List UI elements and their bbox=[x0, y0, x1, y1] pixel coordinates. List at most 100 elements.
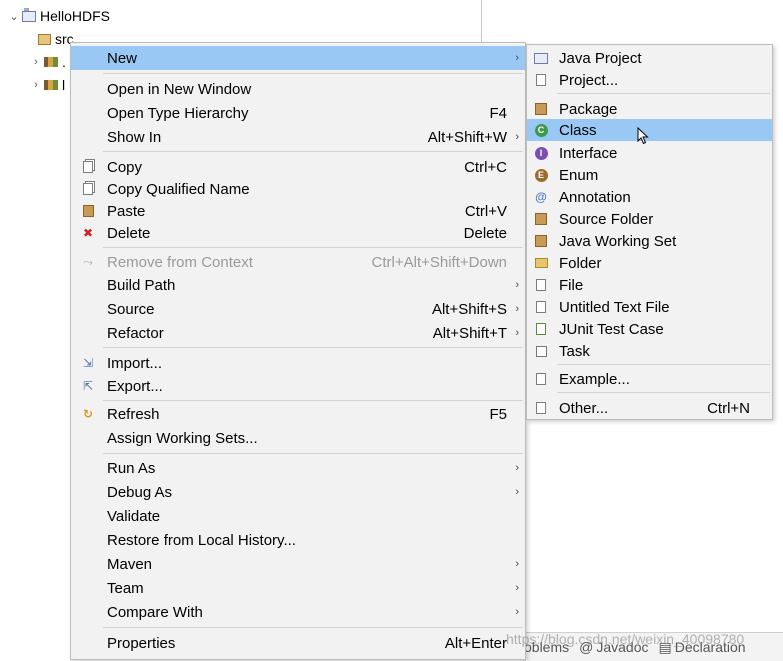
submenu-arrow-icon: › bbox=[515, 131, 519, 143]
tree-item-library-1[interactable]: › . bbox=[30, 52, 66, 72]
folder-icon bbox=[533, 255, 549, 271]
menu-item-restore-local-history[interactable]: Restore from Local History... bbox=[71, 528, 525, 552]
submenu-arrow-icon: › bbox=[515, 486, 519, 498]
tree-item-project-label: HelloHDFS bbox=[40, 8, 111, 24]
menu-item-paste[interactable]: Paste Ctrl+V bbox=[71, 199, 525, 223]
menu-item-build-path[interactable]: Build Path › bbox=[71, 273, 525, 297]
menu-separator bbox=[103, 627, 523, 628]
paste-icon bbox=[80, 203, 96, 219]
annotation-icon: @ bbox=[535, 190, 547, 204]
menu-item-open-type-hierarchy[interactable]: Open Type Hierarchy F4 bbox=[71, 101, 525, 125]
menu-item-debug-as[interactable]: Debug As › bbox=[71, 480, 525, 504]
other-wizard-icon bbox=[533, 400, 549, 416]
export-icon: ⇱ bbox=[82, 379, 94, 393]
class-icon: C bbox=[533, 122, 549, 138]
expand-chevron-icon[interactable]: › bbox=[30, 79, 42, 91]
submenu-item-folder[interactable]: Folder bbox=[527, 251, 772, 275]
menu-item-show-in[interactable]: Show In Alt+Shift+W › bbox=[71, 125, 525, 149]
new-submenu: Java Project Project... Package C Class … bbox=[526, 44, 773, 420]
import-icon: ⇲ bbox=[82, 356, 94, 370]
submenu-item-enum[interactable]: E Enum bbox=[527, 163, 772, 187]
menu-item-copy[interactable]: Copy Ctrl+C bbox=[71, 155, 525, 179]
menu-separator bbox=[103, 247, 523, 248]
project-folder-icon bbox=[22, 7, 36, 22]
submenu-arrow-icon: › bbox=[515, 606, 519, 618]
remove-context-icon: ⤳ bbox=[83, 254, 93, 269]
menu-item-delete[interactable]: ✖ Delete Delete bbox=[71, 221, 525, 245]
file-icon bbox=[533, 277, 549, 293]
submenu-item-other[interactable]: Other... Ctrl+N bbox=[527, 396, 772, 420]
expand-chevron-icon[interactable]: › bbox=[30, 56, 42, 68]
menu-item-properties[interactable]: Properties Alt+Enter bbox=[71, 631, 525, 655]
menu-item-export[interactable]: ⇱ Export... bbox=[71, 374, 525, 398]
submenu-item-source-folder[interactable]: Source Folder bbox=[527, 207, 772, 231]
menu-item-remove-from-context: ⤳ Remove from Context Ctrl+Alt+Shift+Dow… bbox=[71, 250, 525, 274]
menu-item-validate[interactable]: Validate bbox=[71, 504, 525, 528]
text-file-icon bbox=[533, 299, 549, 315]
submenu-item-java-project[interactable]: Java Project bbox=[527, 46, 772, 70]
example-icon bbox=[533, 371, 549, 387]
menu-item-assign-working-sets[interactable]: Assign Working Sets... bbox=[71, 426, 525, 450]
submenu-item-annotation[interactable]: @ Annotation bbox=[527, 185, 772, 209]
menu-separator bbox=[103, 151, 523, 152]
submenu-item-interface[interactable]: I Interface bbox=[527, 141, 772, 165]
library-icon bbox=[44, 57, 58, 67]
submenu-item-java-working-set[interactable]: Java Working Set bbox=[527, 229, 772, 253]
menu-item-import[interactable]: ⇲ Import... bbox=[71, 351, 525, 375]
expand-chevron-icon[interactable]: ⌄ bbox=[8, 10, 20, 23]
menu-separator bbox=[557, 364, 770, 365]
context-menu: New › Open in New Window Open Type Hiera… bbox=[70, 42, 526, 660]
menu-item-source[interactable]: Source Alt+Shift+S › bbox=[71, 297, 525, 321]
menu-item-refresh[interactable]: ↻ Refresh F5 bbox=[71, 402, 525, 426]
submenu-item-class[interactable]: C Class bbox=[527, 119, 772, 141]
tree-item-src[interactable]: src bbox=[36, 29, 74, 49]
refresh-icon: ↻ bbox=[82, 407, 94, 421]
menu-item-open-new-window[interactable]: Open in New Window bbox=[71, 77, 525, 101]
menu-separator bbox=[103, 400, 523, 401]
submenu-item-task[interactable]: Task bbox=[527, 339, 772, 363]
source-folder-icon bbox=[38, 33, 51, 45]
menu-item-team[interactable]: Team › bbox=[71, 576, 525, 600]
menu-item-maven[interactable]: Maven › bbox=[71, 552, 525, 576]
copy-qualified-name-icon bbox=[80, 181, 96, 197]
menu-item-compare-with[interactable]: Compare With › bbox=[71, 600, 525, 624]
submenu-arrow-icon: › bbox=[515, 582, 519, 594]
submenu-arrow-icon: › bbox=[515, 303, 519, 315]
interface-icon: I bbox=[533, 145, 549, 161]
menu-item-refactor[interactable]: Refactor Alt+Shift+T › bbox=[71, 321, 525, 345]
source-folder-icon bbox=[533, 211, 549, 227]
junit-icon bbox=[533, 321, 549, 337]
submenu-item-example[interactable]: Example... bbox=[527, 367, 772, 391]
package-icon bbox=[533, 101, 549, 117]
submenu-item-project[interactable]: Project... bbox=[527, 68, 772, 92]
submenu-item-file[interactable]: File bbox=[527, 273, 772, 297]
tree-item-project[interactable]: ⌄ HelloHDFS bbox=[8, 6, 110, 26]
submenu-item-junit-test-case[interactable]: JUnit Test Case bbox=[527, 317, 772, 341]
submenu-item-untitled-text-file[interactable]: Untitled Text File bbox=[527, 295, 772, 319]
java-project-icon bbox=[533, 50, 549, 66]
delete-icon: ✖ bbox=[82, 226, 94, 240]
tree-item-library-1-label: . bbox=[62, 54, 66, 70]
watermark: https://blog.csdn.net/weixin_40098780 bbox=[506, 631, 745, 647]
menu-separator bbox=[103, 453, 523, 454]
mouse-cursor-icon bbox=[637, 127, 649, 145]
submenu-item-package[interactable]: Package bbox=[527, 97, 772, 121]
menu-separator bbox=[103, 347, 523, 348]
working-set-icon bbox=[533, 233, 549, 249]
submenu-arrow-icon: › bbox=[515, 52, 519, 64]
copy-icon bbox=[80, 159, 96, 175]
submenu-arrow-icon: › bbox=[515, 327, 519, 339]
tree-item-library-2[interactable]: › l bbox=[30, 75, 65, 95]
submenu-arrow-icon: › bbox=[515, 462, 519, 474]
project-icon bbox=[533, 72, 549, 88]
menu-separator bbox=[103, 73, 523, 74]
submenu-arrow-icon: › bbox=[515, 558, 519, 570]
menu-separator bbox=[557, 93, 770, 94]
menu-item-copy-qualified-name[interactable]: Copy Qualified Name bbox=[71, 177, 525, 201]
submenu-arrow-icon: › bbox=[515, 279, 519, 291]
library-icon bbox=[44, 80, 58, 90]
menu-separator bbox=[557, 392, 770, 393]
menu-item-run-as[interactable]: Run As › bbox=[71, 456, 525, 480]
menu-item-new[interactable]: New › bbox=[71, 46, 525, 70]
tree-item-library-2-label: l bbox=[62, 77, 66, 93]
